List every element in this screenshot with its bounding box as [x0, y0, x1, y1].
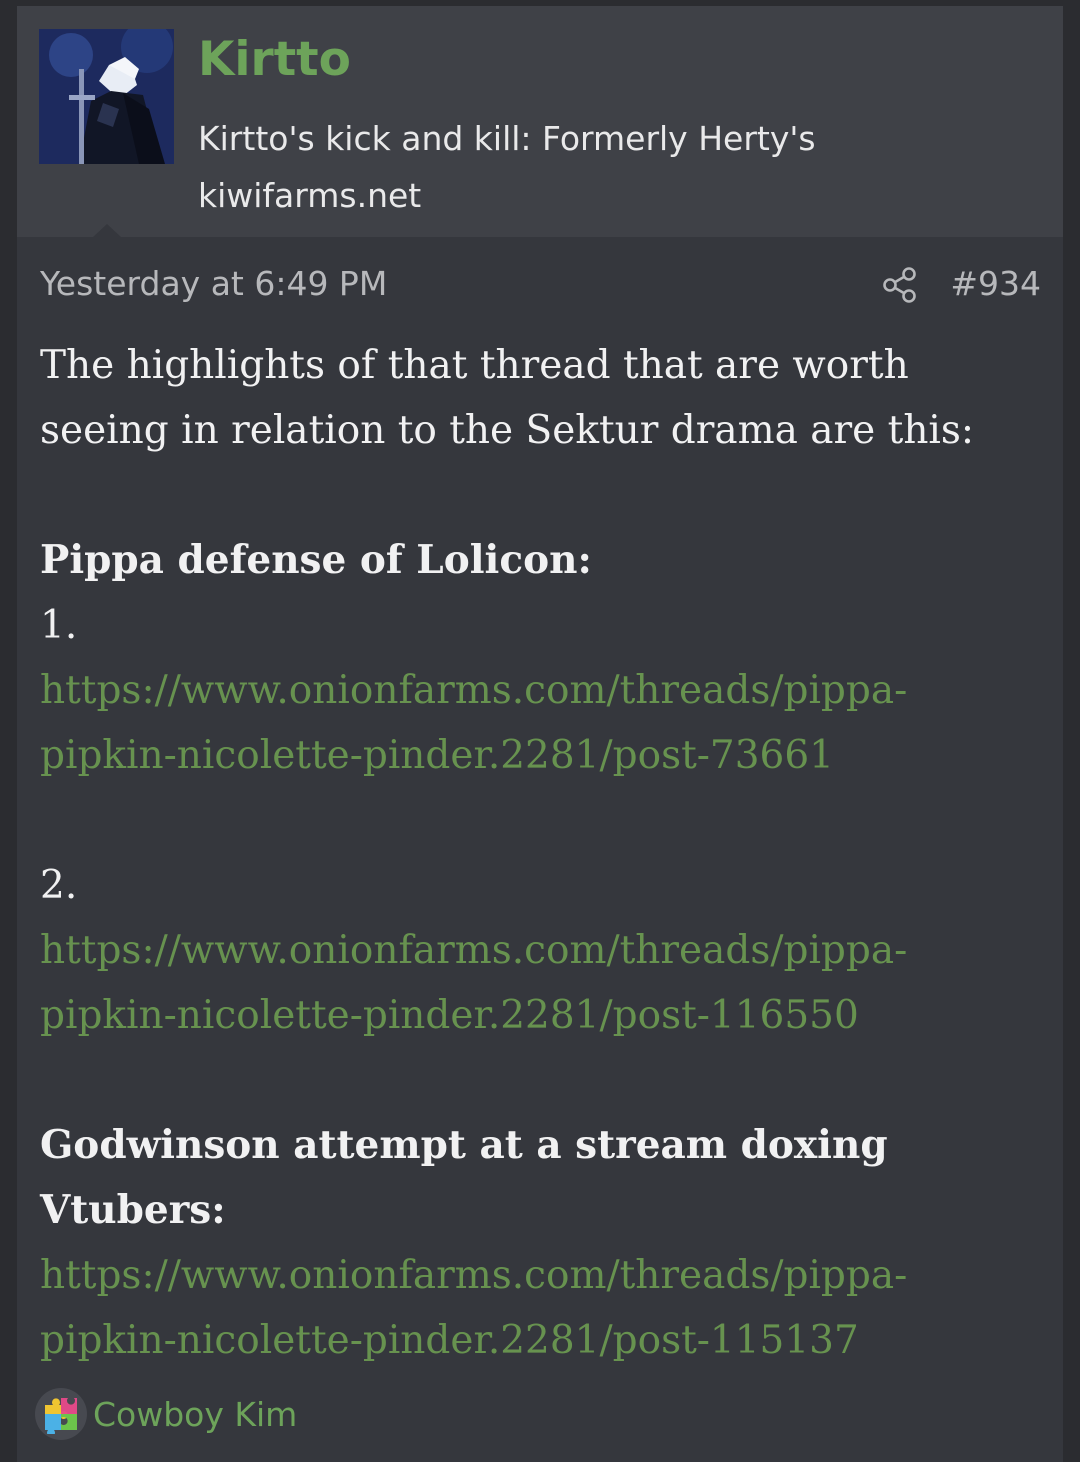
user-avatar[interactable]	[39, 29, 174, 164]
section-heading-doxing-line-2: Vtubers:	[40, 1187, 226, 1233]
author-user-title: Kirtto's kick and kill: Formerly Herty's…	[198, 110, 816, 224]
link-post-73661[interactable]: https://www.onionfarms.com/threads/pippa…	[40, 658, 1045, 788]
puzzle-piece-reaction-icon	[35, 1388, 87, 1440]
link-line-1[interactable]: https://www.onionfarms.com/threads/pippa…	[40, 918, 1045, 983]
page: Kirtto Kirtto's kick and kill: Formerly …	[0, 0, 1080, 1462]
share-icon[interactable]	[882, 265, 918, 305]
post-number-link[interactable]: #934	[950, 264, 1041, 303]
list-item-number-1: 1.	[40, 603, 78, 648]
reactions-bar[interactable]: Cowboy Kim	[35, 1384, 297, 1444]
link-post-115137[interactable]: https://www.onionfarms.com/threads/pippa…	[40, 1243, 1045, 1373]
dark-knight-avatar-icon	[39, 29, 174, 164]
user-title-line-1: Kirtto's kick and kill: Formerly Herty's	[198, 119, 816, 158]
link-line-1[interactable]: https://www.onionfarms.com/threads/pippa…	[40, 658, 1045, 723]
user-header: Kirtto Kirtto's kick and kill: Formerly …	[17, 6, 1063, 237]
link-post-116550[interactable]: https://www.onionfarms.com/threads/pippa…	[40, 918, 1045, 1048]
post-body: The highlights of that thread that are w…	[40, 333, 1045, 1373]
user-title-line-2: kiwifarms.net	[198, 176, 422, 215]
author-username[interactable]: Kirtto	[198, 32, 351, 88]
link-line-2[interactable]: pipkin-nicolette-pinder.2281/post-73661	[40, 723, 1045, 788]
section-heading-doxing-line-1: Godwinson attempt at a stream doxing	[40, 1122, 888, 1168]
forum-post: Kirtto Kirtto's kick and kill: Formerly …	[17, 6, 1063, 1462]
link-line-2[interactable]: pipkin-nicolette-pinder.2281/post-116550	[40, 983, 1045, 1048]
list-item-number-2: 2.	[40, 863, 78, 908]
post-timestamp[interactable]: Yesterday at 6:49 PM	[40, 264, 387, 303]
section-heading-lolicon: Pippa defense of Lolicon:	[40, 537, 592, 583]
intro-text-line-2: seeing in relation to the Sektur drama a…	[40, 408, 975, 453]
intro-text-line-1: The highlights of that thread that are w…	[40, 343, 909, 388]
header-pointer-arrow	[93, 224, 121, 237]
link-line-2[interactable]: pipkin-nicolette-pinder.2281/post-115137	[40, 1308, 1045, 1373]
reaction-user-name[interactable]: Cowboy Kim	[93, 1395, 297, 1434]
link-line-1[interactable]: https://www.onionfarms.com/threads/pippa…	[40, 1243, 1045, 1308]
